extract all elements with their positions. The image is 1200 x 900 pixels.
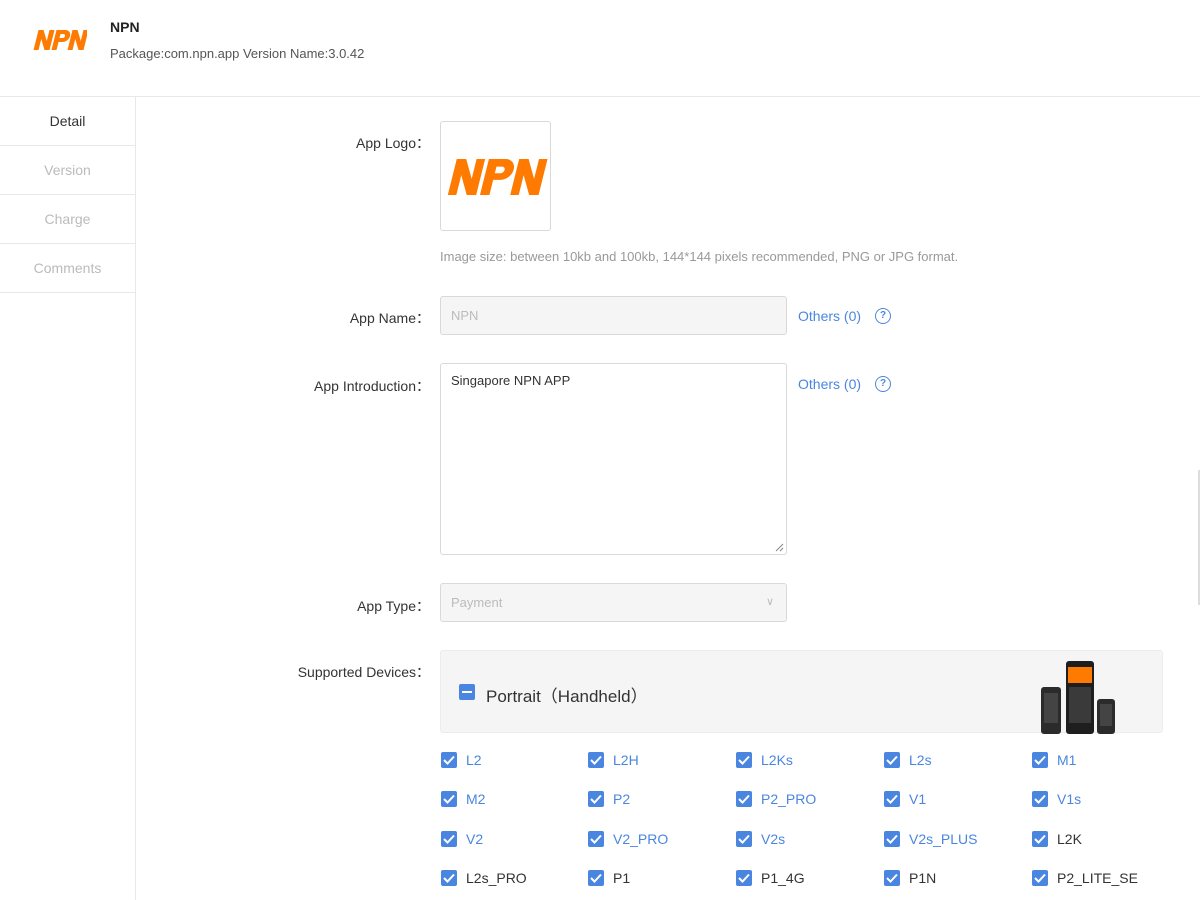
checkbox-checked-icon	[588, 752, 604, 768]
app-intro-text: Singapore NPN APP	[451, 373, 571, 388]
sidebar: Detail Version Charge Comments	[0, 97, 136, 900]
checkbox-checked-icon	[736, 752, 752, 768]
app-name-input[interactable]: NPN	[440, 296, 787, 335]
app-type-value: Payment	[451, 595, 503, 610]
device-label: V2	[466, 831, 484, 847]
checkbox-checked-icon	[441, 791, 457, 807]
checkbox-checked-icon	[441, 752, 457, 768]
checkbox-checked-icon	[441, 831, 457, 847]
help-icon[interactable]: ?	[875, 308, 891, 324]
checkbox-checked-icon	[884, 870, 900, 886]
app-title: NPN	[110, 19, 140, 35]
app-package-version: Package:com.npn.app Version Name:3.0.42	[110, 46, 365, 61]
device-label: L2H	[613, 752, 639, 768]
sidebar-item-version[interactable]: Version	[0, 146, 135, 195]
device-label: M2	[466, 791, 486, 807]
checkbox-checked-icon	[736, 831, 752, 847]
app-logo-upload[interactable]	[440, 121, 551, 231]
checkbox-checked-icon	[884, 752, 900, 768]
device-label: P2_PRO	[761, 791, 817, 807]
app-intro-label: App Introduction：	[314, 378, 430, 394]
app-type-select[interactable]: Payment ∨	[440, 583, 787, 622]
checkbox-checked-icon	[441, 870, 457, 886]
npn-logo-image	[447, 159, 548, 195]
app-intro-textarea[interactable]: Singapore NPN APP	[440, 363, 787, 555]
device-label: L2s_PRO	[466, 870, 527, 886]
device-label: P1_4G	[761, 870, 805, 886]
checkbox-checked-icon	[1032, 791, 1048, 807]
checkbox-checked-icon	[588, 831, 604, 847]
group-indeterminate-checkbox[interactable]	[459, 684, 475, 700]
checkbox-checked-icon	[736, 791, 752, 807]
device-label: P1	[613, 870, 631, 886]
app-header: NPN Package:com.npn.app Version Name:3.0…	[0, 0, 1200, 97]
checkbox-checked-icon	[884, 791, 900, 807]
app-name-label: App Name：	[349, 310, 430, 326]
help-icon[interactable]: ?	[875, 376, 891, 392]
device-label: V2_PRO	[613, 831, 669, 847]
device-label: V1	[909, 791, 927, 807]
checkbox-checked-icon	[736, 870, 752, 886]
device-label: V1s	[1057, 791, 1082, 807]
npn-logo	[33, 30, 87, 50]
checkbox-checked-icon	[588, 870, 604, 886]
sidebar-item-comments[interactable]: Comments	[0, 244, 135, 293]
device-group-label: Portrait（Handheld）	[486, 687, 648, 706]
device-label: P2	[613, 791, 631, 807]
chevron-down-icon: ∨	[765, 596, 774, 608]
device-label: L2	[466, 752, 482, 768]
device-label: P2_LITE_SE	[1057, 870, 1138, 886]
handheld-devices-image	[1041, 661, 1115, 734]
supported-devices-label: Supported Devices：	[297, 664, 430, 680]
device-label: V2s_PLUS	[909, 831, 978, 847]
checkbox-checked-icon	[1032, 752, 1048, 768]
checkbox-checked-icon	[588, 791, 604, 807]
device-label: L2K	[1057, 831, 1082, 847]
device-label: L2s	[909, 752, 932, 768]
device-label: P1N	[909, 870, 937, 886]
others-intro-link[interactable]: Others (0)	[798, 376, 861, 392]
sidebar-item-charge[interactable]: Charge	[0, 195, 135, 244]
logo-size-hint: Image size: between 10kb and 100kb, 144*…	[440, 249, 959, 264]
sidebar-item-detail[interactable]: Detail	[0, 97, 135, 146]
app-logo-label: App Logo：	[356, 135, 430, 151]
device-label: M1	[1057, 752, 1077, 768]
checkbox-checked-icon	[1032, 831, 1048, 847]
device-group-panel: Portrait（Handheld）	[440, 650, 1163, 734]
others-name-link[interactable]: Others (0)	[798, 308, 861, 324]
resize-handle-icon[interactable]	[774, 542, 784, 552]
device-label: V2s	[761, 831, 786, 847]
app-type-label: App Type：	[357, 598, 430, 614]
checkbox-checked-icon	[884, 831, 900, 847]
checkbox-checked-icon	[1032, 870, 1048, 886]
device-label: L2Ks	[761, 752, 793, 768]
